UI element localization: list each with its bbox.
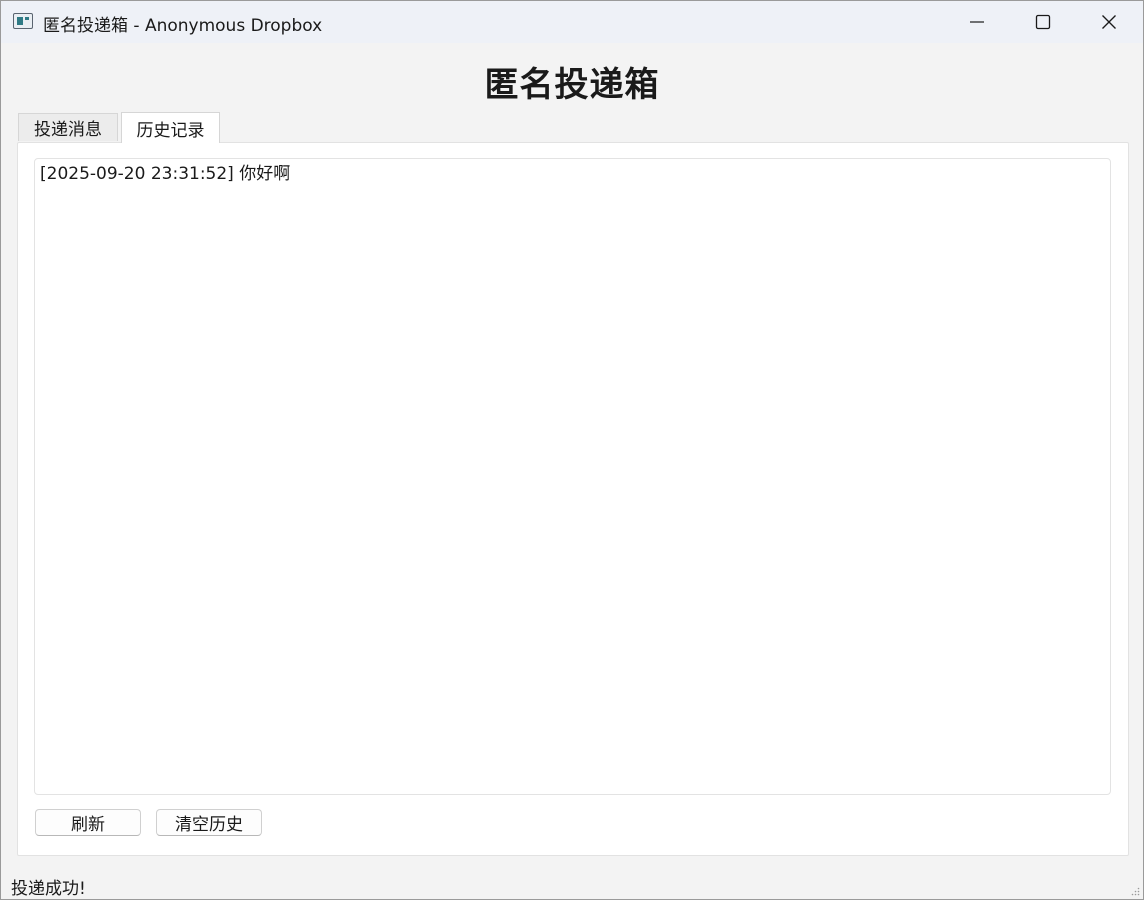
close-icon [1102,15,1116,29]
page-title: 匿名投递箱 [484,65,660,105]
maximize-icon [1035,14,1051,30]
tab-send-message[interactable]: 投递消息 [18,113,118,141]
minimize-icon [970,21,984,23]
tab-history[interactable]: 历史记录 [121,112,220,143]
app-window: 匿名投递箱 - Anonymous Dropbox 匿名投递箱 投递消息 历史记… [0,0,1144,900]
status-bar-text: 投递成功! [11,879,86,899]
history-entry: [2025-09-20 23:31:52] 你好啊 [40,164,291,184]
history-tab-panel: [2025-09-20 23:31:52] 你好啊 刷新 清空历史 [17,142,1129,856]
clear-history-button[interactable]: 清空历史 [156,809,262,836]
refresh-button[interactable]: 刷新 [35,809,141,836]
close-button[interactable] [1076,1,1142,43]
resize-grip-icon[interactable] [1130,886,1140,896]
minimize-button[interactable] [944,1,1010,43]
app-window-icon [13,13,33,29]
title-bar[interactable]: 匿名投递箱 - Anonymous Dropbox [1,1,1143,43]
maximize-button[interactable] [1010,1,1076,43]
history-text-area[interactable]: [2025-09-20 23:31:52] 你好啊 [34,158,1111,795]
window-title: 匿名投递箱 - Anonymous Dropbox [43,16,323,36]
